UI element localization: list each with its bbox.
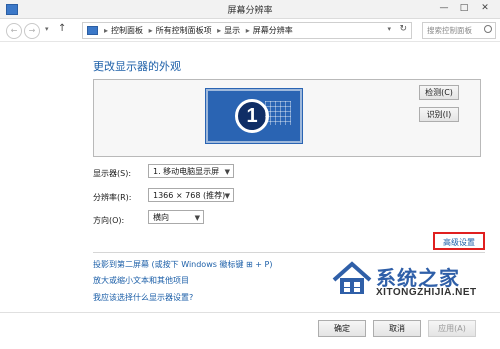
back-arrow-icon[interactable]: ← xyxy=(6,23,22,39)
crumb-control-panel[interactable]: 控制面板 xyxy=(111,26,143,35)
orientation-select[interactable]: 横向 ▼ xyxy=(148,210,204,224)
address-bar[interactable]: ▸ 控制面板 ▸ 所有控制面板项 ▸ 显示 ▸ 屏幕分辨率 ▾ ↻ xyxy=(82,22,412,39)
resolution-select-value: 1366 × 768 (推荐) xyxy=(153,191,226,200)
display-help-link[interactable]: 我应该选择什么显示器设置? xyxy=(93,292,193,303)
watermark-url: XITONGZHIJIA.NET xyxy=(376,287,477,298)
chevron-down-icon: ▼ xyxy=(224,192,230,200)
display-label: 显示器(S): xyxy=(93,169,132,178)
close-button[interactable]: ✕ xyxy=(477,2,493,15)
search-input[interactable]: 搜索控制面板 xyxy=(422,22,496,39)
apply-button[interactable]: 应用(A) xyxy=(428,320,476,337)
breadcrumb: ▸ 控制面板 ▸ 所有控制面板项 ▸ 显示 ▸ 屏幕分辨率 xyxy=(104,26,293,35)
divider xyxy=(93,252,485,253)
maximize-button[interactable]: □ xyxy=(456,2,472,15)
crumb-resolution[interactable]: 屏幕分辨率 xyxy=(253,26,293,35)
tiles-pattern-icon xyxy=(265,101,291,125)
orientation-label: 方向(O): xyxy=(93,216,125,225)
crumb-all-items[interactable]: 所有控制面板项 xyxy=(156,26,212,35)
orientation-select-value: 横向 xyxy=(153,213,169,222)
monitor-1-tile[interactable]: 1 xyxy=(206,89,302,143)
house-logo-icon xyxy=(332,261,372,294)
refresh-icon[interactable]: ↻ xyxy=(399,24,407,34)
control-panel-icon xyxy=(87,26,98,35)
search-icon[interactable] xyxy=(484,25,492,33)
chevron-down-icon: ▼ xyxy=(194,214,200,222)
display-select[interactable]: 1. 移动电脑显示屏 ▼ xyxy=(148,164,234,178)
identify-button[interactable]: 识别(I) xyxy=(419,107,459,122)
resolution-label: 分辨率(R): xyxy=(93,193,132,202)
chevron-down-icon[interactable]: ▾ xyxy=(45,25,49,33)
navigation-bar: ← → ▾ ↑ ▸ 控制面板 ▸ 所有控制面板项 ▸ 显示 ▸ 屏幕分辨率 ▾ ↻ 搜索… xyxy=(0,19,500,42)
title-bar: 屏幕分辨率 — □ ✕ xyxy=(0,0,500,19)
minimize-button[interactable]: — xyxy=(436,2,452,15)
up-arrow-icon[interactable]: ↑ xyxy=(58,23,66,34)
advanced-settings-link[interactable]: 高级设置 xyxy=(443,237,475,248)
history-dropdown-icon[interactable]: ▾ xyxy=(387,25,391,33)
monitor-preview-panel: 1 检测(C) 识别(I) xyxy=(93,79,481,157)
page-title: 更改显示器的外观 xyxy=(93,60,181,73)
window-title: 屏幕分辨率 xyxy=(227,6,273,16)
ok-button[interactable]: 确定 xyxy=(318,320,366,337)
footer-divider xyxy=(0,312,500,313)
advanced-settings-highlight: 高级设置 xyxy=(433,232,485,250)
resolution-select[interactable]: 1366 × 768 (推荐) ▼ xyxy=(148,188,234,202)
crumb-display[interactable]: 显示 xyxy=(224,26,240,35)
text-size-link[interactable]: 放大或缩小文本和其他项目 xyxy=(93,275,189,286)
display-select-value: 1. 移动电脑显示屏 xyxy=(153,167,220,176)
detect-button[interactable]: 检测(C) xyxy=(419,85,459,100)
watermark: 系统之家 XITONGZHIJIA.NET xyxy=(330,254,495,312)
cancel-button[interactable]: 取消 xyxy=(373,320,421,337)
project-second-screen-link[interactable]: 投影到第二屏幕 (或按下 Windows 徽标键 ⊞ + P) xyxy=(93,259,272,270)
chevron-down-icon: ▼ xyxy=(224,168,230,176)
monitor-number: 1 xyxy=(235,99,269,133)
search-placeholder: 搜索控制面板 xyxy=(427,26,472,35)
forward-arrow-icon[interactable]: → xyxy=(24,23,40,39)
